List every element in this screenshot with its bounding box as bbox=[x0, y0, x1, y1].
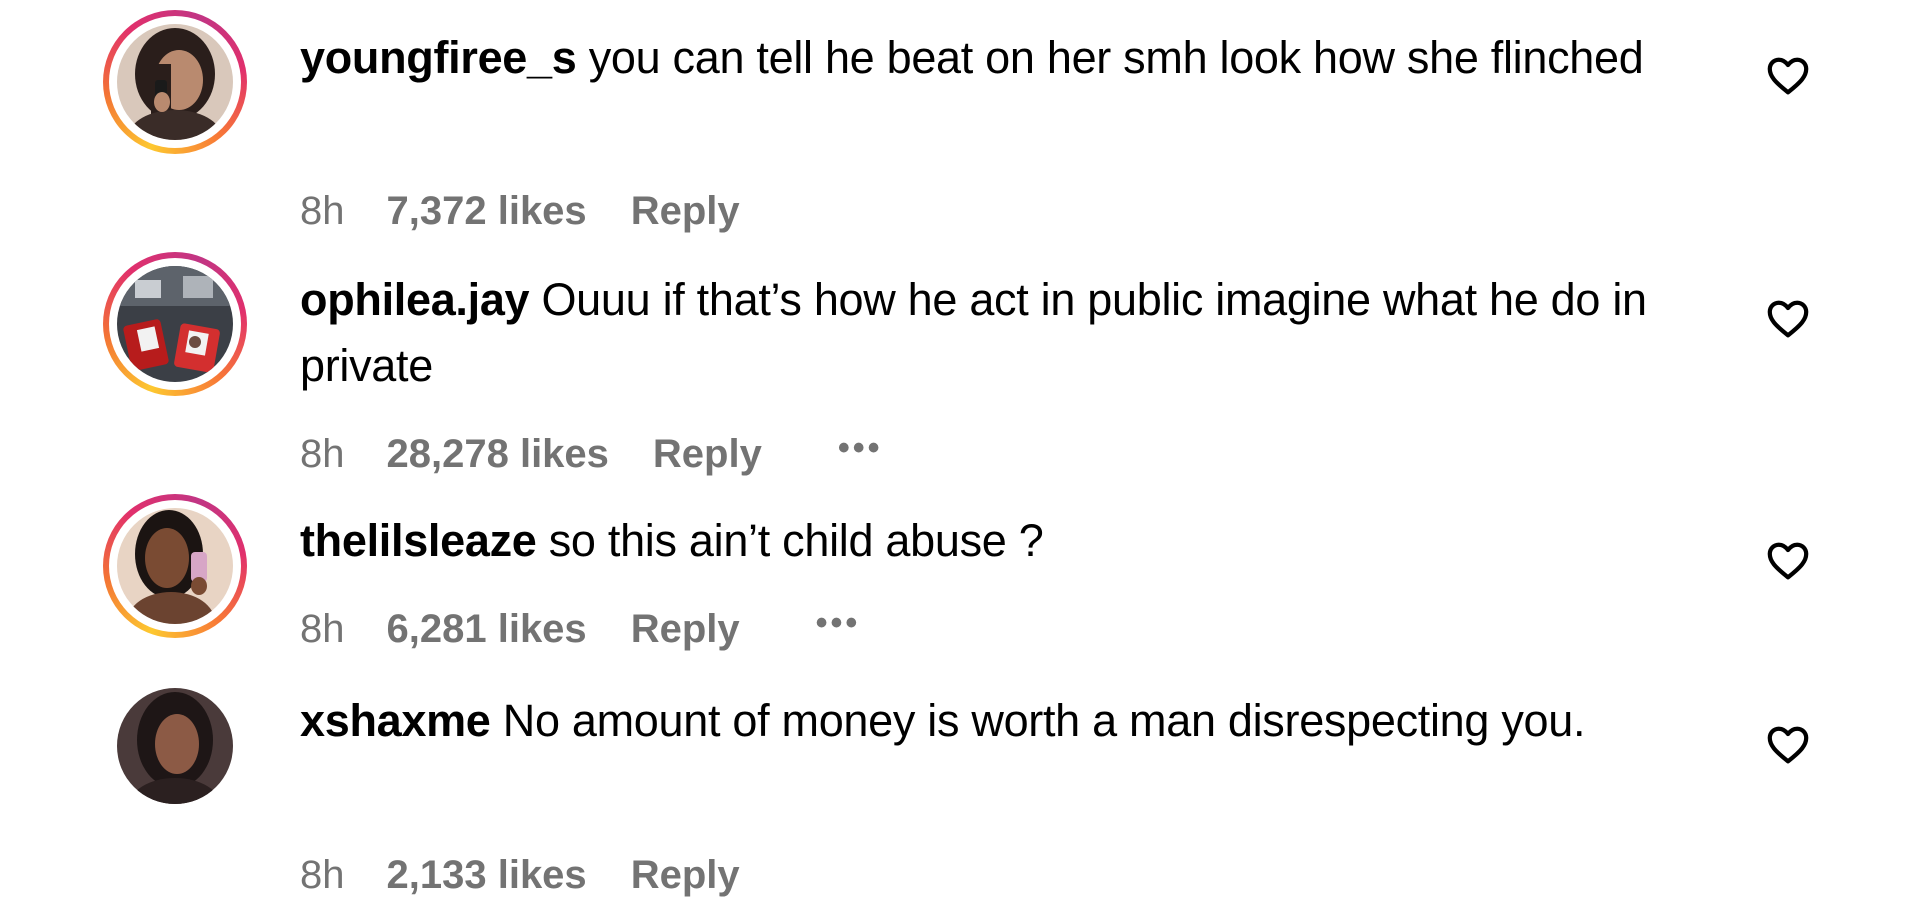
comment-text: No amount of money is worth a man disres… bbox=[502, 695, 1586, 746]
comment-timestamp: 8h bbox=[300, 606, 345, 651]
comment-meta: 8h 7,372 likes Reply bbox=[300, 186, 740, 236]
comment-timestamp: 8h bbox=[300, 188, 345, 233]
avatar[interactable] bbox=[117, 688, 233, 804]
reply-button[interactable]: Reply bbox=[631, 607, 740, 652]
reply-button[interactable]: Reply bbox=[631, 853, 740, 898]
comment-text: so this ain’t child abuse ? bbox=[548, 515, 1044, 566]
more-options-icon[interactable]: ••• bbox=[838, 431, 883, 465]
comment-username[interactable]: thelilsleaze bbox=[300, 515, 537, 566]
comment-username[interactable]: ophilea.jay bbox=[300, 274, 530, 325]
heart-outline-icon[interactable] bbox=[1765, 538, 1811, 584]
reply-button[interactable]: Reply bbox=[653, 432, 762, 477]
comment-username[interactable]: xshaxme bbox=[300, 695, 491, 746]
comment-likes-count[interactable]: 2,133 likes bbox=[387, 853, 587, 898]
avatar-story-ring[interactable] bbox=[103, 10, 247, 154]
avatar bbox=[117, 24, 233, 140]
comment-username[interactable]: youngfiree_s bbox=[300, 32, 577, 83]
heart-outline-icon[interactable] bbox=[1765, 722, 1811, 768]
comment-likes-count[interactable]: 7,372 likes bbox=[387, 189, 587, 234]
comment-timestamp: 8h bbox=[300, 431, 345, 476]
comment-meta: 8h 6,281 likes Reply ••• bbox=[300, 604, 860, 654]
comment-body: youngfiree_s you can tell he beat on her… bbox=[300, 25, 1730, 91]
more-options-icon[interactable]: ••• bbox=[816, 606, 861, 640]
heart-outline-icon[interactable] bbox=[1765, 296, 1811, 342]
comment-body: xshaxme No amount of money is worth a ma… bbox=[300, 688, 1730, 754]
comment-text: you can tell he beat on her smh look how… bbox=[588, 32, 1644, 83]
avatar-image bbox=[117, 688, 233, 804]
avatar-story-ring[interactable] bbox=[103, 252, 247, 396]
comment-meta: 8h 28,278 likes Reply ••• bbox=[300, 429, 883, 479]
avatar bbox=[117, 508, 233, 624]
reply-button[interactable]: Reply bbox=[631, 189, 740, 234]
comment-likes-count[interactable]: 28,278 likes bbox=[387, 432, 609, 477]
comment-timestamp: 8h bbox=[300, 852, 345, 897]
comment-body: thelilsleaze so this ain’t child abuse ? bbox=[300, 508, 1730, 574]
avatar bbox=[117, 266, 233, 382]
heart-outline-icon[interactable] bbox=[1765, 53, 1811, 99]
avatar-story-ring[interactable] bbox=[103, 494, 247, 638]
comment-meta: 8h 2,133 likes Reply bbox=[300, 850, 740, 900]
comment-likes-count[interactable]: 6,281 likes bbox=[387, 607, 587, 652]
comment-body: ophilea.jay Ouuu if that’s how he act in… bbox=[300, 267, 1730, 399]
